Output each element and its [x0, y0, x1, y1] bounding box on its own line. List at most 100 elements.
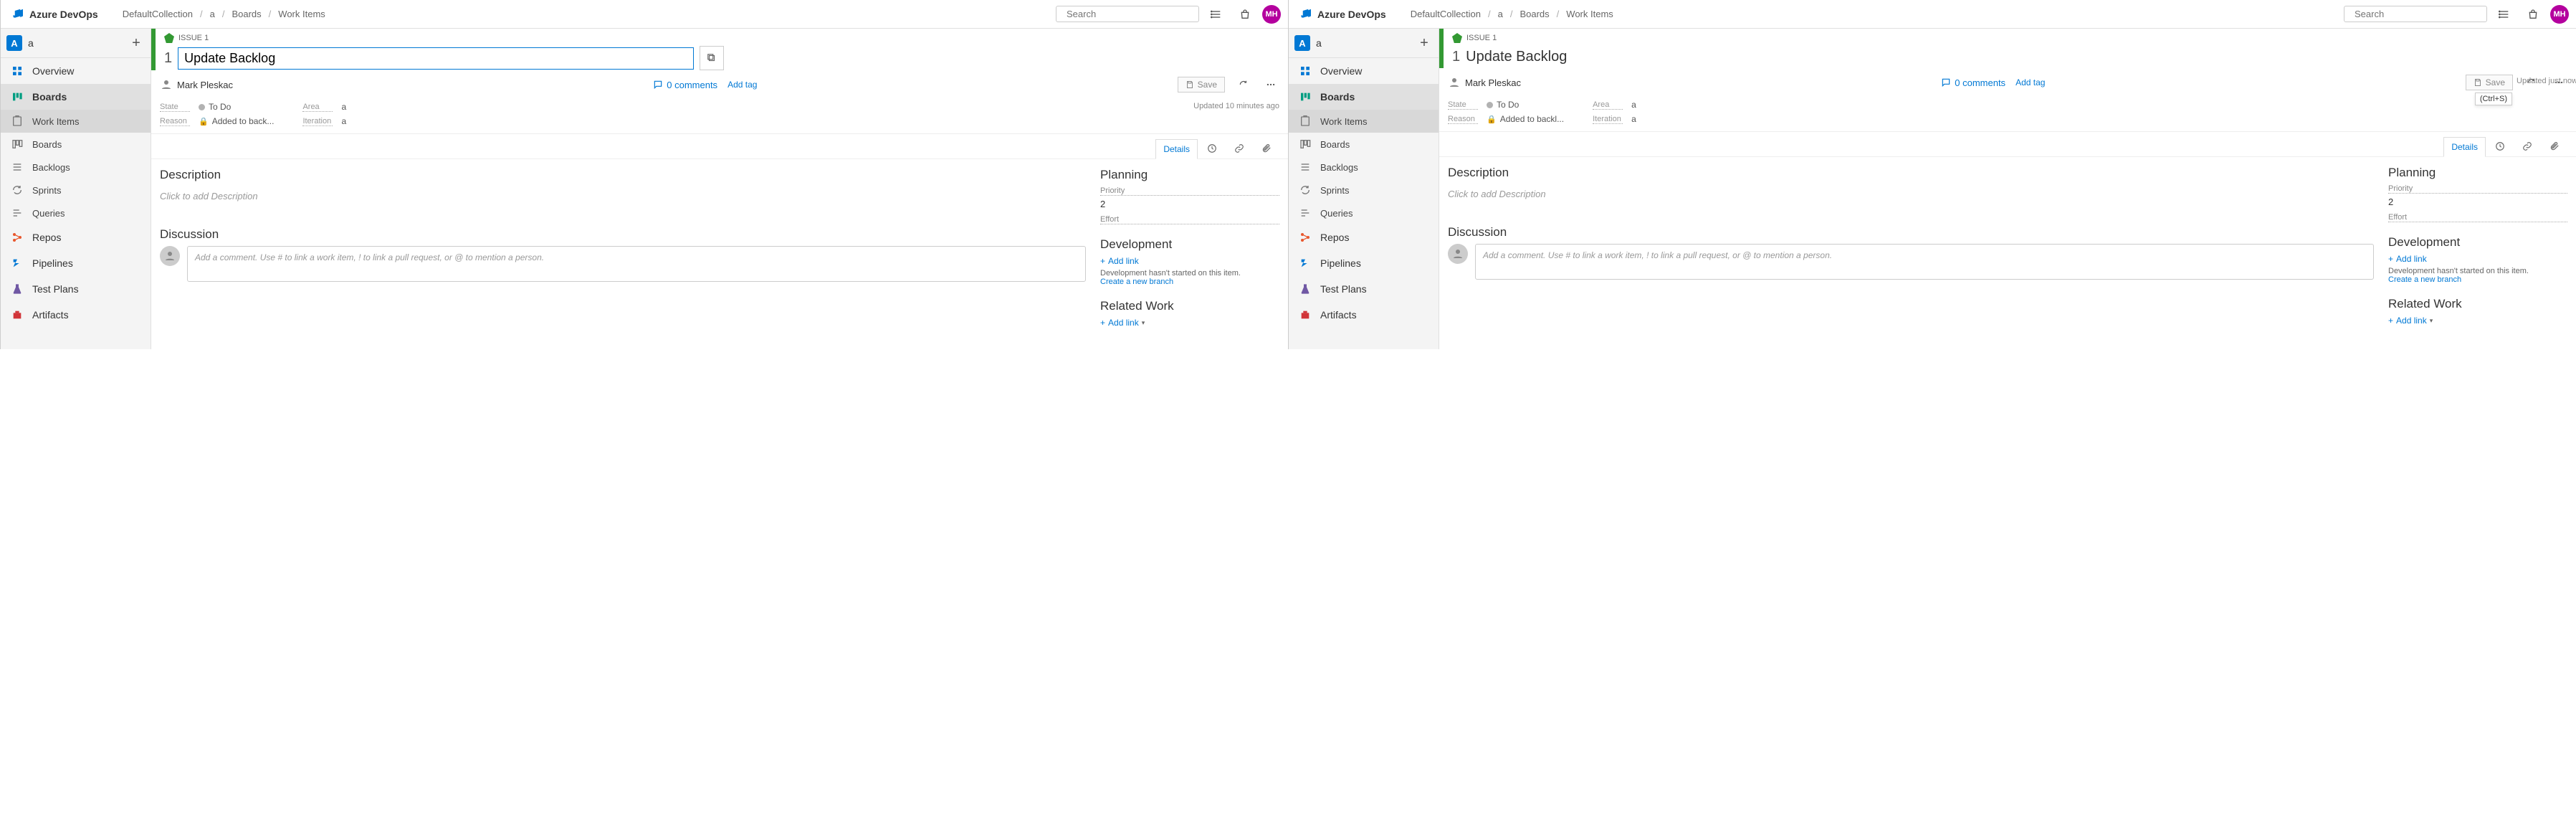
nav-backlogs[interactable]: Backlogs	[1289, 156, 1439, 179]
nav-work-items[interactable]: Work Items	[1, 110, 151, 133]
area-label: Area	[1593, 100, 1623, 110]
more-actions-icon[interactable]	[1262, 76, 1279, 93]
comments-link[interactable]: 0 comments	[1941, 77, 2005, 88]
logo[interactable]: Azure DevOps	[1296, 6, 1390, 22]
nav-boards[interactable]: Boards	[1, 84, 151, 110]
state-label: State	[1448, 100, 1478, 110]
create-branch-link[interactable]: Create a new branch	[2388, 275, 2567, 284]
save-button[interactable]: Save	[1178, 77, 1225, 93]
updated-time: Updated just now	[2517, 77, 2576, 85]
nav-sprints[interactable]: Sprints	[1, 179, 151, 202]
nav-work-items[interactable]: Work Items	[1289, 110, 1439, 133]
nav-backlogs[interactable]: Backlogs	[1, 156, 151, 179]
search-box[interactable]	[2344, 6, 2487, 22]
backlog-levels-icon[interactable]	[1205, 3, 1228, 26]
market-bag-icon[interactable]	[1234, 3, 1256, 26]
add-tag-button[interactable]: Add tag	[2016, 77, 2045, 87]
bc-collection[interactable]: DefaultCollection	[123, 9, 193, 19]
tab-attachments-icon[interactable]	[2542, 136, 2567, 156]
boards-icon	[9, 89, 25, 105]
logo[interactable]: Azure DevOps	[8, 6, 102, 22]
description-placeholder[interactable]: Click to add Description	[1448, 184, 2374, 212]
dev-add-link[interactable]: +Add link	[1100, 256, 1279, 266]
work-item-type-row: ISSUE 1	[164, 33, 1279, 43]
title-text[interactable]: Update Backlog	[1466, 46, 2567, 68]
bc-section[interactable]: Boards	[232, 9, 261, 19]
priority-value[interactable]: 2	[1100, 197, 1279, 215]
bc-collection[interactable]: DefaultCollection	[1411, 9, 1481, 19]
open-full-icon[interactable]	[700, 46, 724, 70]
reason-value[interactable]: 🔒Added to backl...	[1487, 114, 1564, 124]
discussion-input[interactable]: Add a comment. Use # to link a work item…	[187, 246, 1086, 282]
nav-testplans[interactable]: Test Plans	[1, 276, 151, 302]
iteration-value[interactable]: a	[341, 116, 346, 126]
area-value[interactable]: a	[1631, 100, 1636, 110]
nav-overview[interactable]: Overview	[1289, 58, 1439, 84]
nav-repos[interactable]: Repos	[1, 224, 151, 250]
bc-section[interactable]: Boards	[1520, 9, 1549, 19]
nav-artifacts[interactable]: Artifacts	[1289, 302, 1439, 328]
state-value[interactable]: To Do	[199, 102, 231, 112]
user-avatar[interactable]: MH	[2550, 5, 2569, 24]
reason-value[interactable]: 🔒Added to back...	[199, 116, 274, 126]
nav-repos[interactable]: Repos	[1289, 224, 1439, 250]
bc-project[interactable]: a	[210, 9, 215, 19]
priority-value[interactable]: 2	[2388, 195, 2567, 213]
search-box[interactable]	[1056, 6, 1199, 22]
state-value[interactable]: To Do	[1487, 100, 1519, 110]
area-value[interactable]: a	[341, 102, 346, 112]
tab-attachments-icon[interactable]	[1254, 138, 1279, 158]
create-branch-link[interactable]: Create a new branch	[1100, 278, 1279, 286]
user-avatar[interactable]: MH	[1262, 5, 1281, 24]
project-selector[interactable]: A a +	[1289, 29, 1439, 58]
project-selector[interactable]: A a +	[1, 29, 151, 58]
nav-artifacts[interactable]: Artifacts	[1, 302, 151, 328]
add-project-button[interactable]: +	[128, 34, 145, 52]
nav-testplans[interactable]: Test Plans	[1289, 276, 1439, 302]
bc-project[interactable]: a	[1498, 9, 1503, 19]
nav-overview[interactable]: Overview	[1, 58, 151, 84]
save-button[interactable]: Save (Ctrl+S) Updated just now	[2466, 75, 2513, 90]
nav-queries-label: Queries	[32, 208, 65, 219]
discussion-input[interactable]: Add a comment. Use # to link a work item…	[1475, 244, 2374, 280]
description-placeholder[interactable]: Click to add Description	[160, 186, 1086, 214]
tab-details[interactable]: Details	[2443, 137, 2486, 157]
assigned-to[interactable]: Mark Pleskac	[1448, 76, 1521, 89]
related-add-link[interactable]: +Add link ▾	[2388, 316, 2567, 326]
nav-sub-boards[interactable]: Boards	[1289, 133, 1439, 156]
nav-queries[interactable]: Queries	[1289, 202, 1439, 224]
title-input[interactable]	[178, 47, 694, 70]
issue-type-icon	[164, 33, 174, 43]
related-add-link[interactable]: +Add link ▾	[1100, 318, 1279, 328]
dev-add-link[interactable]: +Add link	[2388, 254, 2567, 264]
nav-repos-label: Repos	[32, 232, 61, 243]
bc-page[interactable]: Work Items	[1566, 9, 1613, 19]
iteration-value[interactable]: a	[1631, 114, 1636, 124]
nav-sprints[interactable]: Sprints	[1289, 179, 1439, 202]
add-project-button[interactable]: +	[1416, 34, 1433, 52]
nav-pipelines[interactable]: Pipelines	[1289, 250, 1439, 276]
backlog-levels-icon[interactable]	[2493, 3, 2516, 26]
tab-links-icon[interactable]	[1226, 138, 1252, 158]
nav-queries[interactable]: Queries	[1, 202, 151, 224]
market-bag-icon[interactable]	[2522, 3, 2544, 26]
assigned-to[interactable]: Mark Pleskac	[160, 78, 233, 91]
tab-history-icon[interactable]	[1199, 138, 1225, 158]
save-label: Save	[2486, 77, 2505, 87]
comments-link[interactable]: 0 comments	[653, 80, 717, 90]
issue-type-icon	[1452, 33, 1462, 43]
tab-details[interactable]: Details	[1155, 139, 1198, 159]
logo-text: Azure DevOps	[1317, 9, 1386, 20]
add-tag-button[interactable]: Add tag	[728, 80, 757, 90]
nav-boards[interactable]: Boards	[1289, 84, 1439, 110]
tab-links-icon[interactable]	[2514, 136, 2540, 156]
search-input[interactable]	[1067, 9, 1193, 19]
header: Azure DevOps DefaultCollection/ a/ Board…	[1, 0, 1288, 29]
tab-history-icon[interactable]	[2487, 136, 2513, 156]
search-input[interactable]	[2355, 9, 2481, 19]
bc-page[interactable]: Work Items	[278, 9, 325, 19]
nav-sub-boards[interactable]: Boards	[1, 133, 151, 156]
nav-pipelines[interactable]: Pipelines	[1, 250, 151, 276]
discussion-avatar	[1448, 244, 1468, 264]
refresh-icon[interactable]	[1235, 76, 1252, 93]
